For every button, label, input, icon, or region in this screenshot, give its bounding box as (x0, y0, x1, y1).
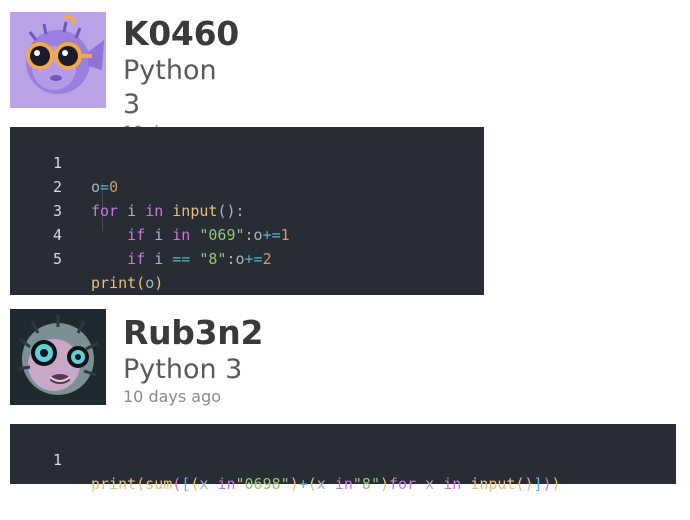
code-text: for i in input(): (91, 202, 245, 220)
language-label: Python 3 (123, 55, 217, 120)
code-text: o=0 (91, 178, 119, 196)
line-number: 5 (52, 250, 62, 268)
code-line: 4 if i == "8":o+=2 (10, 199, 272, 268)
username[interactable]: K0460 (123, 14, 239, 54)
timestamp: 10 days ago (123, 387, 222, 406)
code-line: 1 print(sum([(x in"0698")+(x in"8")for x… (10, 424, 561, 493)
line-number: 1 (52, 451, 62, 469)
code-block[interactable]: 1 o=0 2 for i in input(): 3 if i in "069… (10, 127, 484, 295)
pufferfish-avatar-icon[interactable] (10, 12, 106, 108)
submission-meta: Rub3n2 Python 3 10 days ago (123, 313, 263, 407)
code-line: 3 if i in "069":o+=1 (10, 175, 290, 244)
code-text: print(sum([(x in"0698")+(x in"8")for x i… (91, 475, 561, 493)
code-text: if i == "8":o+=2 (127, 250, 272, 268)
code-text: if i in "069":o+=1 (127, 226, 290, 244)
code-line: 5 print(o) (10, 223, 163, 292)
submission-meta: K0460 Python 3 10 days ago (123, 14, 239, 142)
language-label: Python 3 (123, 354, 243, 385)
username[interactable]: Rub3n2 (123, 313, 263, 353)
code-block[interactable]: 1 print(sum([(x in"0698")+(x in"8")for x… (10, 424, 676, 493)
code-text: print(o) (91, 274, 164, 292)
code-line: 2 for i in input(): (10, 151, 245, 220)
code-line: 1 o=0 (10, 127, 118, 196)
blowfish-avatar-icon[interactable] (10, 309, 106, 405)
